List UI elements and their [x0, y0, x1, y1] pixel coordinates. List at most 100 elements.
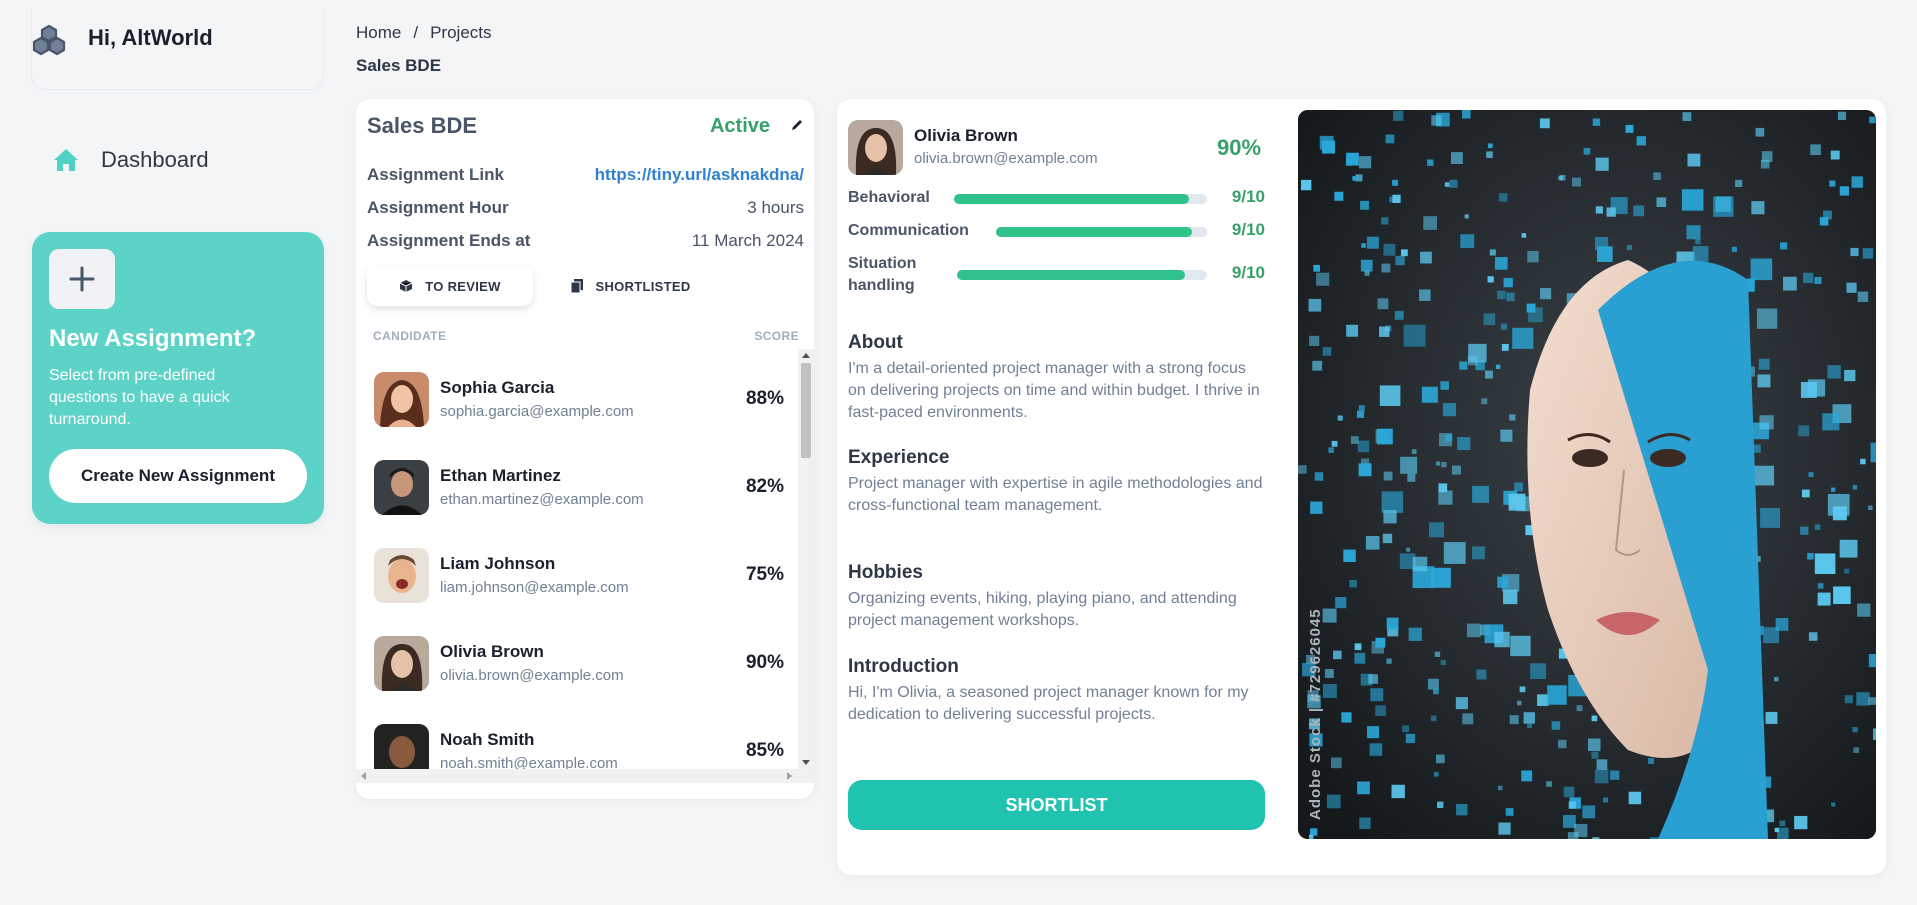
avatar	[374, 636, 429, 691]
pixel-portrait-illustration: Adobe Stock | #729626045	[1298, 110, 1876, 839]
candidate-score: 88%	[745, 388, 784, 409]
candidate-score: 82%	[745, 476, 784, 497]
cubes-logo-icon	[32, 24, 66, 56]
candidate-name: Olivia Brown	[440, 642, 544, 661]
list-item[interactable]: Noah Smith noah.smith@example.com 85%	[374, 724, 784, 769]
profile-email: olivia.brown@example.com	[914, 150, 1098, 167]
scroll-down-icon[interactable]	[802, 760, 810, 765]
about-section: About I'm a detail-oriented project mana…	[848, 332, 1268, 424]
section-text: Hi, I'm Olivia, a seasoned project manag…	[848, 684, 1249, 723]
assignment-link[interactable]: https://tiny.url/asknakdna/	[595, 165, 804, 185]
avatar	[848, 120, 903, 175]
section-heading: Experience	[848, 447, 950, 468]
candidate-list: Sophia Garcia sophia.garcia@example.com …	[356, 349, 798, 769]
list-item[interactable]: Sophia Garcia sophia.garcia@example.com …	[374, 372, 784, 432]
candidate-score: 85%	[745, 740, 784, 761]
sidebar-item-label: Dashboard	[101, 147, 209, 172]
promo-description: Select from pre-defined questions to hav…	[49, 367, 230, 428]
metric-value: 9/10	[1231, 263, 1265, 282]
profile-score: 90%	[1217, 135, 1262, 160]
info-value: 11 March 2024	[691, 231, 804, 250]
section-text: I'm a detail-oriented project manager wi…	[848, 360, 1260, 421]
metric-label: Situation handling	[848, 255, 917, 294]
info-key: Assignment Hour	[367, 198, 509, 217]
metric-behavioral: Behavioral 9/10	[848, 186, 1265, 210]
status-badge: Active	[709, 115, 770, 137]
candidate-email: ethan.martinez@example.com	[440, 491, 644, 508]
progress-track	[954, 194, 1207, 204]
progress-fill	[996, 227, 1193, 237]
progress-track	[957, 270, 1207, 280]
scroll-left-icon[interactable]	[361, 772, 366, 780]
list-item[interactable]: Liam Johnson liam.johnson@example.com 75…	[374, 548, 784, 608]
candidate-name: Sophia Garcia	[440, 378, 555, 397]
avatar	[374, 460, 429, 515]
info-row-ends: Assignment Ends at 11 March 2024	[367, 231, 804, 251]
list-item[interactable]: Ethan Martinez ethan.martinez@example.co…	[374, 460, 784, 520]
column-score: SCORE	[754, 329, 799, 343]
metric-communication: Communication 9/10	[848, 219, 1265, 243]
tab-shortlisted[interactable]: SHORTLISTED	[533, 266, 729, 306]
list-item[interactable]: Olivia Brown olivia.brown@example.com 90…	[374, 636, 784, 696]
promo-title: New Assignment?	[49, 325, 257, 352]
metric-label: Communication	[848, 222, 969, 239]
section-heading: Introduction	[848, 656, 959, 677]
create-assignment-button[interactable]: Create New Assignment	[49, 449, 307, 503]
candidate-email: olivia.brown@example.com	[440, 667, 624, 684]
breadcrumb-projects[interactable]: Projects	[430, 23, 491, 43]
scroll-up-icon[interactable]	[802, 353, 810, 358]
progress-track	[996, 227, 1207, 237]
section-text: Organizing events, hiking, playing piano…	[848, 590, 1237, 629]
metric-value: 9/10	[1231, 187, 1265, 206]
info-key: Assignment Ends at	[367, 231, 531, 250]
image-watermark: Adobe Stock | #729626045	[1307, 608, 1324, 820]
plus-icon[interactable]	[49, 249, 115, 309]
breadcrumb-home[interactable]: Home	[356, 23, 401, 43]
info-row-link: Assignment Link https://tiny.url/asknakd…	[367, 165, 804, 185]
tab-label: TO REVIEW	[425, 278, 501, 294]
greeting-title: Hi, AltWorld	[88, 25, 213, 50]
metric-label: Behavioral	[848, 189, 930, 206]
info-value: 3 hours	[747, 198, 804, 217]
page-title: Sales BDE	[356, 56, 442, 75]
sidebar-item-dashboard[interactable]: Dashboard	[53, 144, 209, 176]
candidate-name: Liam Johnson	[440, 554, 556, 573]
candidate-name: Noah Smith	[440, 730, 535, 749]
home-icon	[54, 149, 78, 171]
profile-name: Olivia Brown	[914, 126, 1018, 145]
experience-section: Experience Project manager with expertis…	[848, 447, 1268, 517]
section-heading: Hobbies	[848, 562, 923, 583]
scroll-thumb[interactable]	[801, 363, 811, 458]
candidate-score: 90%	[745, 652, 784, 673]
shortlist-button[interactable]: SHORTLIST	[848, 780, 1265, 830]
introduction-section: Introduction Hi, I'm Olivia, a seasoned …	[848, 656, 1268, 726]
vertical-scrollbar[interactable]	[798, 349, 814, 769]
scroll-right-icon[interactable]	[787, 772, 792, 780]
assignment-card: Sales BDE Active Assignment Link https:/…	[356, 99, 814, 799]
column-candidate: CANDIDATE	[373, 329, 447, 343]
document-icon	[571, 279, 584, 293]
tab-to-review[interactable]: TO REVIEW	[367, 266, 533, 306]
hobbies-section: Hobbies Organizing events, hiking, playi…	[848, 562, 1268, 632]
list-header: CANDIDATE SCORE	[373, 329, 799, 343]
horizontal-scrollbar[interactable]	[356, 769, 814, 783]
candidate-email: liam.johnson@example.com	[440, 579, 629, 596]
progress-fill	[957, 270, 1185, 280]
tab-bar: TO REVIEW SHORTLISTED	[367, 266, 729, 306]
metric-situation-handling: Situation handling 9/10	[848, 253, 1265, 299]
section-heading: About	[848, 332, 903, 353]
breadcrumb-separator: /	[413, 23, 419, 42]
new-assignment-card: New Assignment? Select from pre-defined …	[32, 232, 324, 524]
candidate-portrait-image: Adobe Stock | #729626045	[1298, 110, 1876, 839]
info-key: Assignment Link	[367, 165, 504, 184]
avatar	[374, 724, 429, 769]
progress-fill	[954, 194, 1190, 204]
section-text: Project manager with expertise in agile …	[848, 475, 1263, 514]
assignment-title: Sales BDE	[367, 113, 478, 138]
candidate-score: 75%	[745, 564, 784, 585]
avatar	[374, 372, 429, 427]
candidate-email: sophia.garcia@example.com	[440, 403, 634, 420]
tab-label: SHORTLISTED	[595, 278, 691, 294]
edit-pencil-icon[interactable]	[790, 118, 804, 132]
cube-icon	[400, 280, 413, 292]
